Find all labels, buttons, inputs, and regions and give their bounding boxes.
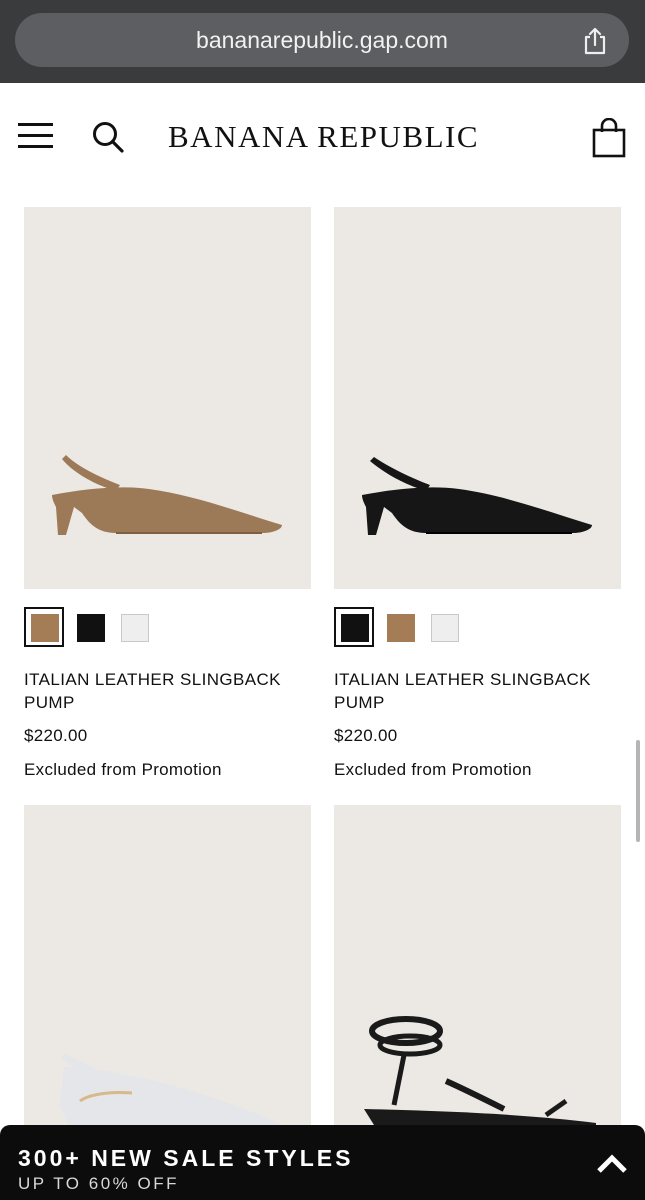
product-image[interactable] xyxy=(24,207,311,589)
swatch-color xyxy=(31,614,59,642)
share-icon[interactable] xyxy=(581,26,609,56)
site-header: BANANA REPUBLIC xyxy=(0,83,645,193)
swatch-color xyxy=(387,614,415,642)
product-price: $220.00 xyxy=(334,726,398,745)
hamburger-menu-icon[interactable] xyxy=(18,121,54,151)
product-name[interactable]: ITALIAN LEATHER SLINGBACK PUMP xyxy=(334,668,621,714)
product-image[interactable] xyxy=(334,207,621,589)
slingback-pump-image xyxy=(362,457,592,535)
shoe-shape xyxy=(362,487,592,535)
sale-promo-banner[interactable]: 300+ NEW SALE STYLES UP TO 60% OFF xyxy=(0,1125,645,1200)
swatch-selected[interactable] xyxy=(24,607,64,647)
swatch-color xyxy=(121,614,149,642)
shoe-strap xyxy=(62,455,120,491)
swatch-option[interactable] xyxy=(114,607,154,647)
product-price: $220.00 xyxy=(24,726,88,745)
promotion-note: Excluded from Promotion xyxy=(24,760,222,779)
swatch-color xyxy=(341,614,369,642)
shoe-strap xyxy=(370,457,430,491)
swatch-option[interactable] xyxy=(424,607,464,647)
scroll-indicator[interactable] xyxy=(636,740,640,842)
product-name[interactable]: ITALIAN LEATHER SLINGBACK PUMP xyxy=(24,668,311,714)
browser-bar: bananarepublic.gap.com xyxy=(0,0,645,83)
swatch-color xyxy=(431,614,459,642)
color-swatches xyxy=(334,607,621,649)
swatch-option[interactable] xyxy=(70,607,110,647)
search-icon[interactable] xyxy=(92,121,124,153)
color-swatches xyxy=(24,607,311,649)
slingback-pump-image xyxy=(52,455,282,535)
address-bar[interactable]: bananarepublic.gap.com xyxy=(15,13,629,67)
shopping-bag-icon[interactable] xyxy=(592,118,626,158)
swatch-selected[interactable] xyxy=(334,607,374,647)
shoe-shape xyxy=(52,487,282,535)
swatch-option[interactable] xyxy=(380,607,420,647)
promo-title[interactable]: 300+ NEW SALE STYLES xyxy=(18,1145,353,1172)
promo-subtitle: UP TO 60% OFF xyxy=(18,1174,179,1193)
brand-logo[interactable]: BANANA REPUBLIC xyxy=(168,117,479,157)
promotion-note: Excluded from Promotion xyxy=(334,760,532,779)
swatch-color xyxy=(77,614,105,642)
chevron-up-icon[interactable] xyxy=(596,1152,628,1174)
url-text[interactable]: bananarepublic.gap.com xyxy=(15,13,629,67)
